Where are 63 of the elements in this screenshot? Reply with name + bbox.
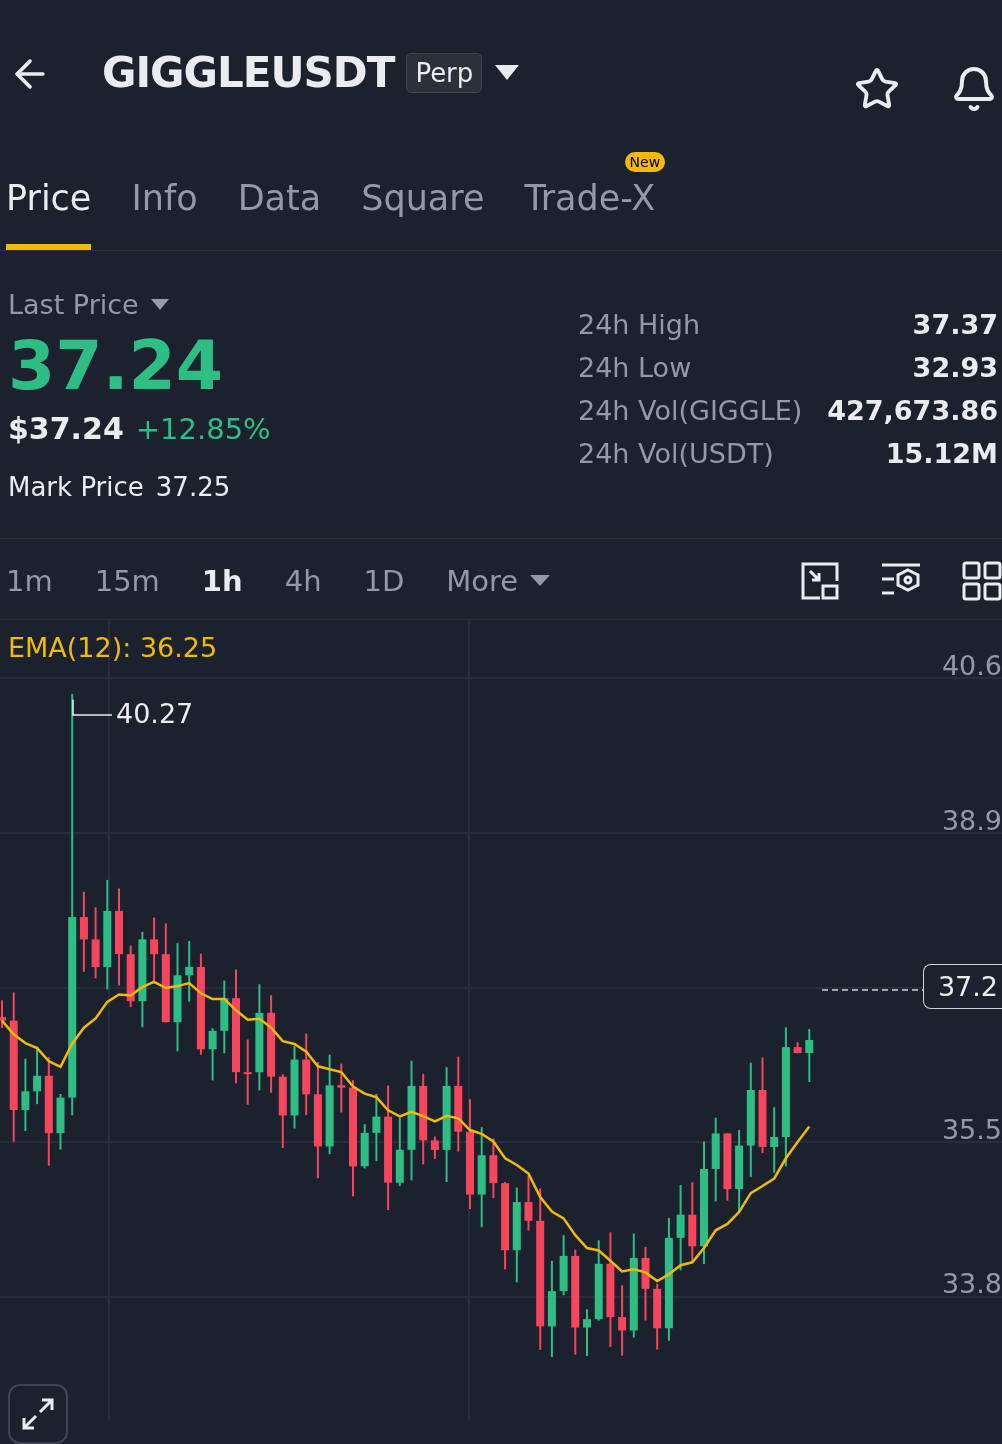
candlestick bbox=[337, 1062, 346, 1114]
candlestick bbox=[395, 1116, 404, 1188]
grid-icon[interactable] bbox=[962, 561, 1002, 601]
tab[interactable]: Price bbox=[6, 178, 92, 250]
symbol-title: GIGGLEUSDT bbox=[102, 48, 395, 97]
candlestick bbox=[489, 1137, 498, 1200]
stat-value: 32.93 bbox=[911, 352, 998, 383]
candlestick bbox=[653, 1282, 662, 1351]
candlestick bbox=[583, 1308, 591, 1357]
axis-label: 40.6 bbox=[941, 650, 1002, 681]
current-price-tag: 37.2 bbox=[922, 964, 1002, 1009]
candlestick bbox=[805, 1028, 814, 1083]
tab[interactable]: Square bbox=[361, 178, 485, 250]
mark-price-value: 37.25 bbox=[155, 472, 231, 502]
ema-indicator-label: EMA(12): 36.25 bbox=[8, 632, 218, 663]
interval-tab[interactable]: 4h bbox=[284, 564, 322, 598]
stat-value: 15.12M bbox=[884, 438, 998, 469]
candlestick bbox=[126, 944, 135, 1008]
picture-in-picture-icon[interactable] bbox=[800, 561, 840, 601]
usd-price: $37.24 bbox=[8, 411, 124, 446]
candlestick bbox=[56, 1093, 65, 1151]
candlestick bbox=[430, 1135, 439, 1160]
interval-tab[interactable]: 15m bbox=[94, 564, 160, 598]
contract-badge: Perp bbox=[406, 52, 483, 93]
stat-label: 24h Vol(GIGGLE) bbox=[578, 395, 804, 426]
stat-label: 24h Vol(USDT) bbox=[578, 438, 775, 469]
price-type-dropdown[interactable]: Last Price bbox=[8, 289, 578, 320]
caret-icon bbox=[150, 298, 169, 311]
stat-value: 427,673.86 bbox=[827, 395, 998, 426]
new-badge: New bbox=[624, 152, 666, 172]
candlestick bbox=[559, 1234, 568, 1297]
candlestick bbox=[723, 1132, 732, 1202]
interval-tab[interactable]: 1m bbox=[6, 564, 53, 598]
candlestick bbox=[243, 1038, 252, 1106]
indicator-settings-icon[interactable] bbox=[880, 561, 922, 597]
stat-label: 24h Low bbox=[578, 352, 693, 383]
candlestick bbox=[524, 1174, 533, 1232]
high-price-label: 40.27 bbox=[116, 698, 194, 729]
caret-icon[interactable] bbox=[494, 63, 521, 82]
candlestick bbox=[360, 1123, 369, 1170]
fullscreen-button[interactable] bbox=[8, 1384, 68, 1444]
more-dropdown[interactable]: More bbox=[446, 564, 551, 598]
candlestick bbox=[0, 999, 6, 1029]
stat-label: 24h High bbox=[578, 309, 702, 340]
candlestick bbox=[770, 1106, 779, 1174]
expand-icon bbox=[20, 1396, 56, 1432]
axis-label: 33.8 bbox=[941, 1268, 1002, 1299]
high-leader-line bbox=[72, 699, 113, 716]
interval-tab[interactable]: 1h bbox=[201, 564, 243, 598]
interval-tab[interactable]: 1D bbox=[363, 564, 405, 598]
stat-value: 37.37 bbox=[911, 309, 998, 340]
candlestick bbox=[793, 1041, 802, 1055]
price-change: +12.85% bbox=[135, 412, 271, 446]
mark-price-label: Mark Price bbox=[8, 472, 144, 502]
candlestick bbox=[372, 1092, 381, 1162]
last-price: 37.24 bbox=[8, 326, 225, 405]
tab[interactable]: Info bbox=[131, 178, 198, 250]
candlestick bbox=[185, 940, 194, 1003]
tab[interactable]: Data bbox=[237, 178, 322, 250]
caret-icon bbox=[530, 575, 551, 587]
axis-label: 38.9 bbox=[941, 805, 1002, 836]
axis-label: 35.5 bbox=[941, 1114, 1002, 1145]
candlestick bbox=[208, 1027, 217, 1082]
